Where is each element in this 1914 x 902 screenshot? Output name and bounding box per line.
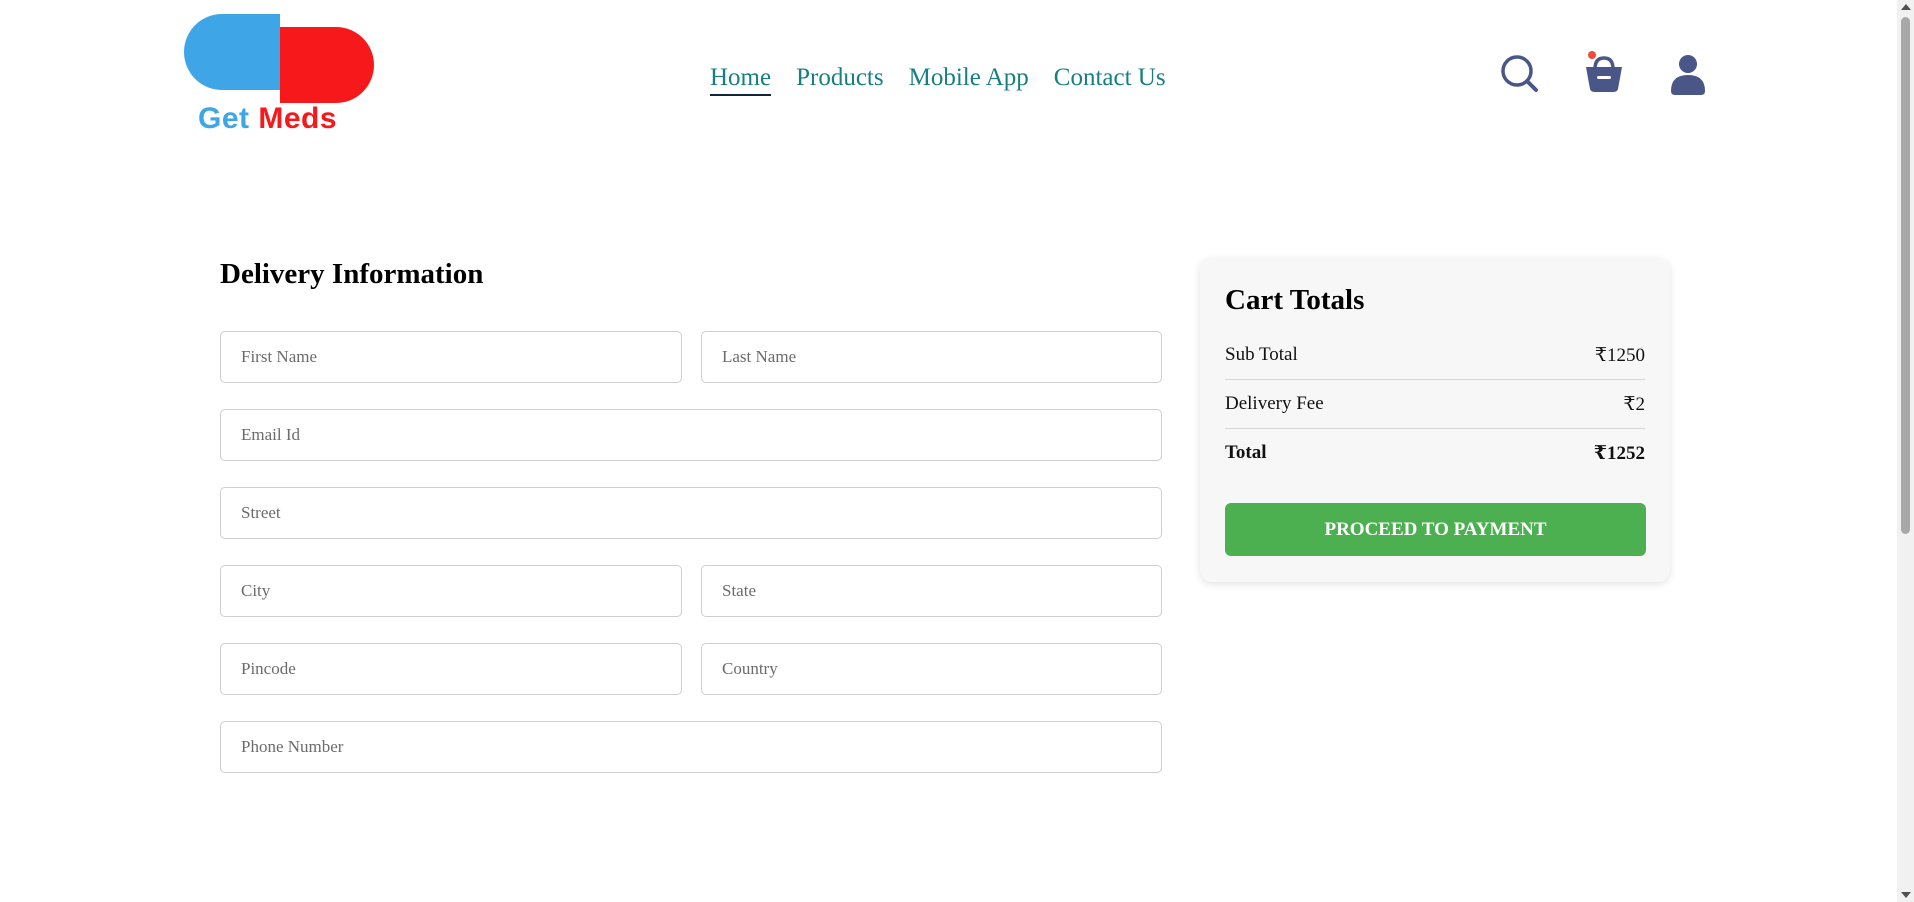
divider bbox=[1225, 379, 1645, 380]
user-icon[interactable] bbox=[1666, 52, 1710, 96]
scroll-thumb[interactable] bbox=[1901, 17, 1910, 534]
search-icon[interactable] bbox=[1498, 52, 1542, 96]
delivery-title: Delivery Information bbox=[220, 258, 484, 290]
total-label: Total bbox=[1225, 442, 1267, 463]
scroll-down-arrow-icon[interactable] bbox=[1901, 892, 1911, 898]
email-field[interactable] bbox=[220, 409, 1162, 461]
cart-title: Cart Totals bbox=[1225, 284, 1365, 316]
pincode-field[interactable] bbox=[220, 643, 682, 695]
street-field[interactable] bbox=[220, 487, 1162, 539]
nav-products[interactable]: Products bbox=[796, 62, 884, 96]
scrollbar[interactable] bbox=[1897, 0, 1914, 902]
logo-pill-blue bbox=[184, 14, 280, 90]
phone-field[interactable] bbox=[220, 721, 1162, 773]
proceed-to-payment-button[interactable]: PROCEED TO PAYMENT bbox=[1225, 503, 1646, 556]
subtotal-row: Sub Total ₹1250 bbox=[1225, 344, 1645, 367]
main-nav: Home Products Mobile App Contact Us bbox=[710, 62, 1166, 96]
city-field[interactable] bbox=[220, 565, 682, 617]
basket-icon[interactable] bbox=[1582, 52, 1626, 96]
delivery-fee-value: ₹2 bbox=[1623, 394, 1645, 415]
brand-part-get: Get bbox=[198, 102, 250, 135]
divider bbox=[1225, 428, 1645, 429]
logo-pill-red bbox=[280, 27, 374, 103]
total-row: Total ₹1252 bbox=[1225, 442, 1645, 465]
total-value: ₹1252 bbox=[1593, 443, 1645, 464]
country-field[interactable] bbox=[701, 643, 1162, 695]
nav-mobile-app[interactable]: Mobile App bbox=[909, 62, 1029, 96]
nav-contact-us[interactable]: Contact Us bbox=[1054, 62, 1166, 96]
subtotal-label: Sub Total bbox=[1225, 344, 1298, 365]
cart-totals-panel: Cart Totals Sub Total ₹1250 Delivery Fee… bbox=[1200, 258, 1670, 582]
nav-home[interactable]: Home bbox=[710, 62, 772, 96]
subtotal-value: ₹1250 bbox=[1594, 345, 1645, 366]
cart-badge bbox=[1588, 51, 1596, 59]
first-name-field[interactable] bbox=[220, 331, 682, 383]
logo[interactable]: Get Meds bbox=[184, 14, 376, 144]
brand-part-meds: Meds bbox=[258, 102, 338, 135]
state-field[interactable] bbox=[701, 565, 1162, 617]
brand-name: Get Meds bbox=[198, 102, 337, 136]
scroll-up-arrow-icon[interactable] bbox=[1901, 4, 1911, 10]
last-name-field[interactable] bbox=[701, 331, 1162, 383]
delivery-fee-row: Delivery Fee ₹2 bbox=[1225, 393, 1645, 416]
delivery-fee-label: Delivery Fee bbox=[1225, 393, 1324, 414]
